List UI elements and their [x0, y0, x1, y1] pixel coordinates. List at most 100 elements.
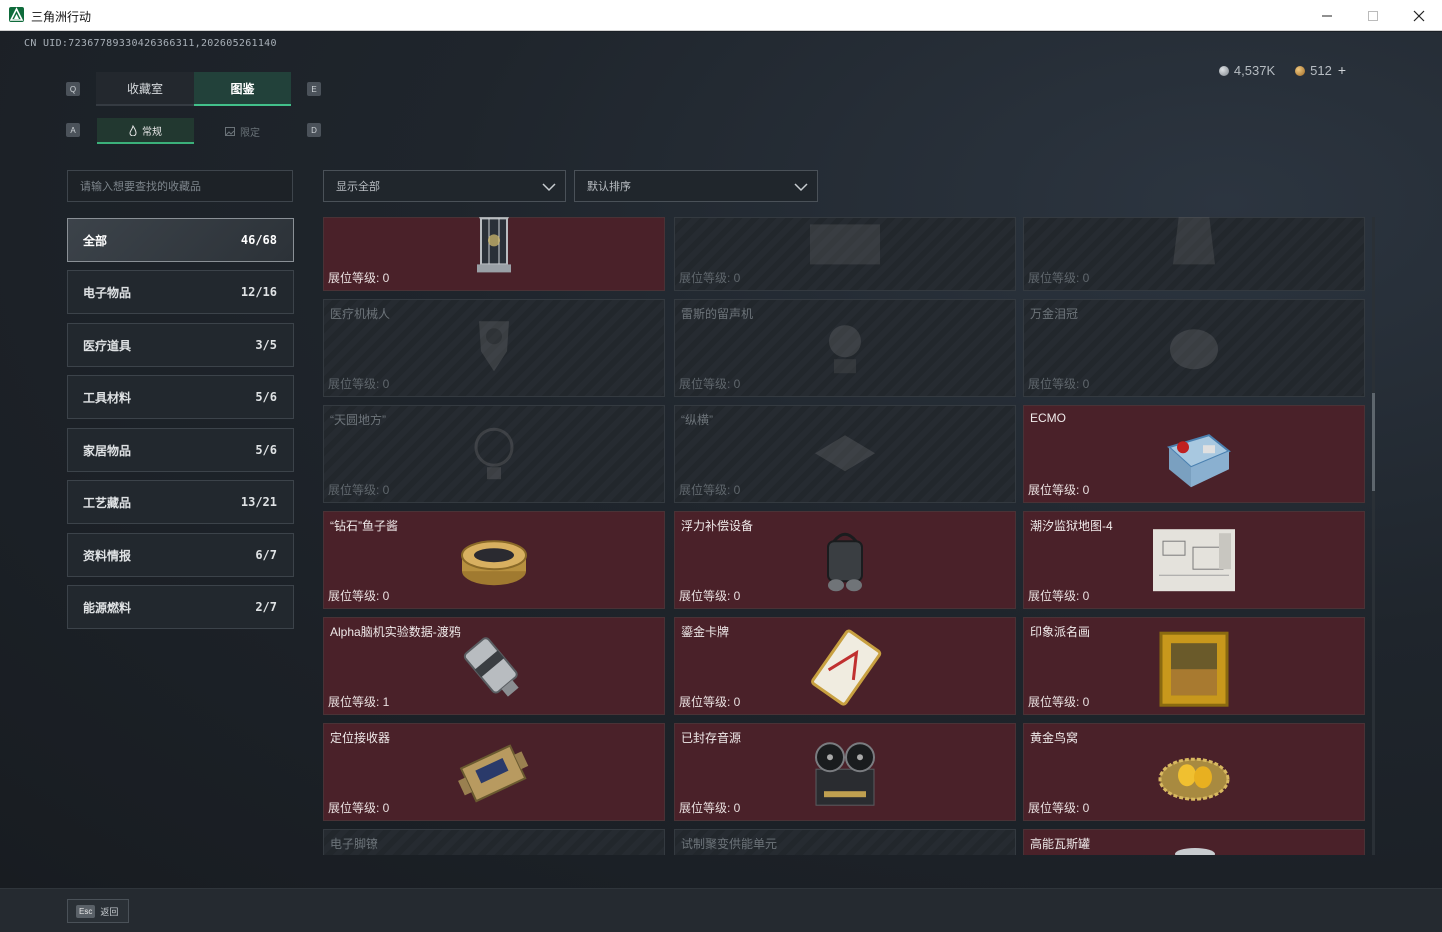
chessboard-icon	[815, 435, 875, 472]
item-card[interactable]: 展位等级: 0	[674, 217, 1016, 291]
phonograph-icon	[829, 325, 861, 374]
tape-recorder-icon	[815, 742, 875, 806]
category-tools[interactable]: 工具材料 5/6	[67, 375, 294, 419]
subtab-limited[interactable]: 限定	[194, 118, 291, 144]
item-level: 展位等级: 0	[328, 801, 390, 815]
item-name: 电子脚镣	[330, 837, 379, 851]
item-card[interactable]: 鎏金卡牌 展位等级: 0	[674, 617, 1016, 715]
item-card[interactable]: 试制聚变供能单元	[674, 829, 1016, 855]
category-medical[interactable]: 医疗道具 3/5	[67, 323, 294, 367]
category-count: 3/5	[255, 338, 277, 352]
item-card[interactable]: 印象派名画 展位等级: 0	[1023, 617, 1365, 715]
item-name: Alpha脑机实验数据-渡鸦	[330, 625, 461, 639]
category-fuel[interactable]: 能源燃料 2/7	[67, 585, 294, 629]
item-level: 展位等级: 0	[1028, 695, 1090, 709]
game-window: 三角洲行动 CN UID:72367789330426366311,202605…	[0, 0, 1442, 932]
item-level: 展位等级: 0	[1028, 589, 1090, 603]
tab-collection-room[interactable]: 收藏室	[96, 72, 194, 106]
item-card[interactable]: 电子脚镣	[323, 829, 665, 855]
item-card[interactable]: “纵横” 展位等级: 0	[674, 405, 1016, 503]
item-name: 试制聚变供能单元	[681, 837, 778, 851]
category-all[interactable]: 全部 46/68	[67, 218, 294, 262]
category-label: 家居物品	[83, 443, 132, 458]
category-crafts[interactable]: 工艺藏品 13/21	[67, 480, 294, 524]
item-level: 展位等级: 1	[328, 695, 390, 709]
sort-dropdown[interactable]: 默认排序	[574, 170, 818, 202]
item-card[interactable]: “钻石”鱼子酱 展位等级: 0	[323, 511, 665, 609]
globe-icon	[474, 427, 514, 480]
uid-label: CN UID:72367789330426366311,202605261140	[24, 38, 277, 49]
item-level: 展位等级: 0	[1028, 483, 1090, 497]
item-card[interactable]: “天圆地方” 展位等级: 0	[323, 405, 665, 503]
subtab-label: 常规	[142, 126, 162, 138]
item-level: 展位等级: 0	[1028, 377, 1090, 391]
category-electronics[interactable]: 电子物品 12/16	[67, 270, 294, 314]
category-count: 6/7	[255, 548, 277, 562]
title-bar: 三角洲行动	[0, 0, 1442, 31]
item-name: “钻石”鱼子酱	[330, 519, 398, 533]
item-level: 展位等级: 0	[679, 589, 741, 603]
esc-key-hint: Esc	[76, 904, 96, 918]
item-card[interactable]: 已封存音源 展位等级: 0	[674, 723, 1016, 821]
item-card[interactable]: 雷斯的留声机 展位等级: 0	[674, 299, 1016, 397]
item-card[interactable]: Alpha脑机实验数据-渡鸦 展位等级: 1	[323, 617, 665, 715]
item-card[interactable]: 万金泪冠 展位等级: 0	[1023, 299, 1365, 397]
flame-icon	[129, 124, 137, 136]
item-name: “天圆地方”	[330, 413, 386, 427]
silver-currency: 4,537K	[1218, 63, 1275, 78]
category-label: 工艺藏品	[83, 495, 132, 510]
item-card[interactable]: 医疗机械人 展位等级: 0	[323, 299, 665, 397]
tab-atlas[interactable]: 图鉴	[194, 72, 291, 106]
vase-icon	[1173, 217, 1215, 265]
item-level: 展位等级: 0	[328, 589, 390, 603]
back-button[interactable]: Esc 返回	[67, 899, 129, 923]
item-name: 定位接收器	[330, 731, 391, 745]
category-household[interactable]: 家居物品 5/6	[67, 428, 294, 472]
search-input[interactable]: 请输入想要查找的收藏品	[67, 170, 293, 202]
item-name: 雷斯的留声机	[681, 307, 754, 321]
item-card[interactable]: 浮力补偿设备 展位等级: 0	[674, 511, 1016, 609]
chevron-down-icon	[542, 183, 556, 192]
item-card[interactable]: 定位接收器 展位等级: 0	[323, 723, 665, 821]
item-name: 万金泪冠	[1030, 307, 1079, 321]
scrollbar-thumb[interactable]	[1372, 393, 1375, 491]
item-card[interactable]: 高能瓦斯罐	[1023, 829, 1365, 855]
add-currency-button[interactable]: +	[1338, 62, 1346, 78]
filter-dropdown[interactable]: 显示全部	[323, 170, 566, 202]
item-name: 已封存音源	[681, 731, 742, 745]
item-level: 展位等级: 0	[679, 483, 741, 497]
item-card[interactable]: 黄金鸟窝 展位等级: 0	[1023, 723, 1365, 821]
close-button[interactable]	[1396, 0, 1442, 31]
minimize-icon	[1322, 15, 1332, 16]
item-card[interactable]: 展位等级: 0	[1023, 217, 1365, 291]
scrollbar-track[interactable]	[1372, 217, 1375, 855]
category-label: 全部	[83, 233, 108, 248]
gas-canister-icon	[1175, 848, 1215, 855]
gold-amount: 512	[1310, 63, 1332, 78]
minimize-button[interactable]	[1304, 0, 1350, 31]
item-name: 黄金鸟窝	[1030, 731, 1079, 745]
filter-value: 显示全部	[336, 181, 380, 193]
item-level: 展位等级: 0	[328, 271, 390, 285]
category-intel[interactable]: 资料情报 6/7	[67, 533, 294, 577]
item-level: 展位等级: 0	[328, 483, 390, 497]
category-label: 工具材料	[83, 390, 132, 405]
maximize-button[interactable]	[1350, 0, 1396, 31]
item-name: 鎏金卡牌	[681, 625, 730, 639]
tab-label: 图鉴	[230, 81, 255, 96]
tab-label: 收藏室	[126, 81, 163, 96]
item-card[interactable]: 潮汐监狱地图-4 展位等级: 0	[1023, 511, 1365, 609]
currency-bar: 4,537K 512 +	[1218, 62, 1346, 78]
app-logo-icon	[9, 7, 24, 22]
chevron-down-icon	[794, 183, 808, 192]
category-label: 能源燃料	[83, 600, 132, 615]
subtab-normal[interactable]: 常规	[97, 118, 194, 144]
item-card[interactable]: ECMO 展位等级: 0	[1023, 405, 1365, 503]
item-card[interactable]: 展位等级: 0	[323, 217, 665, 291]
lantern-icon	[477, 217, 511, 273]
item-name: 高能瓦斯罐	[1030, 837, 1091, 851]
item-name: 浮力补偿设备	[681, 519, 754, 533]
item-name: 印象派名画	[1030, 625, 1091, 639]
item-level: 展位等级: 0	[1028, 801, 1090, 815]
item-level: 展位等级: 0	[679, 377, 741, 391]
